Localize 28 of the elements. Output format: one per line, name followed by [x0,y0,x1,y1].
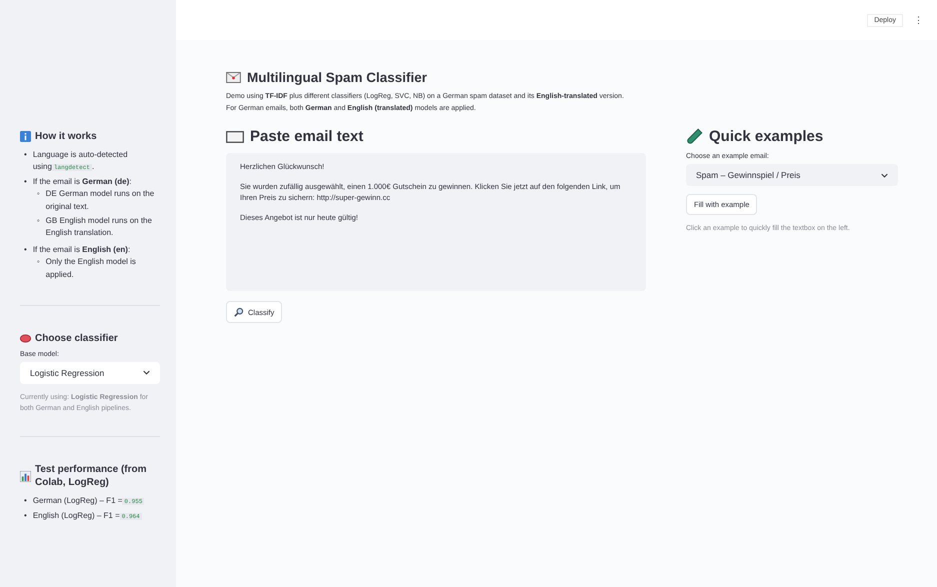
list-item: GB English model runs on the English translation. [46,214,153,240]
info-icon [20,131,31,142]
bullet: ◦ [36,214,40,227]
bar-chart-icon [20,470,31,482]
test-tube-icon [686,128,703,146]
section-title: How it works [35,130,97,143]
example-dropdown[interactable]: Spam – Gewinnspiel / Preis [686,164,898,186]
chevron-icon [881,172,888,178]
bullet: ◦ [36,256,40,268]
bullet: • [24,149,27,161]
bullet: • [24,495,27,508]
bullet: • [24,176,27,188]
section-heading: Paste email text [250,128,364,146]
page-title: Multilingual Spam Classifier [247,70,428,85]
section-heading: Quick examples [709,128,824,146]
bullet: • [24,244,27,256]
list-item: If the email is German (de): [32,176,133,188]
bullet: • [24,510,27,522]
list-item: DE German model runs on the original text. [46,188,156,213]
bullet: ◦ [36,188,40,200]
magnifier-icon [234,307,244,318]
model-dropdown[interactable]: Logistic Regression [20,362,160,384]
list-item: Only the English model is applied. [46,256,137,281]
section-title: Choose classifier [35,332,118,345]
menu-button[interactable]: ⋮ [911,15,926,25]
list-item: If the email is English (en): [32,244,132,256]
section-title: Test performance (from Colab, LogReg) [35,463,148,490]
chevron-icon [143,370,150,376]
